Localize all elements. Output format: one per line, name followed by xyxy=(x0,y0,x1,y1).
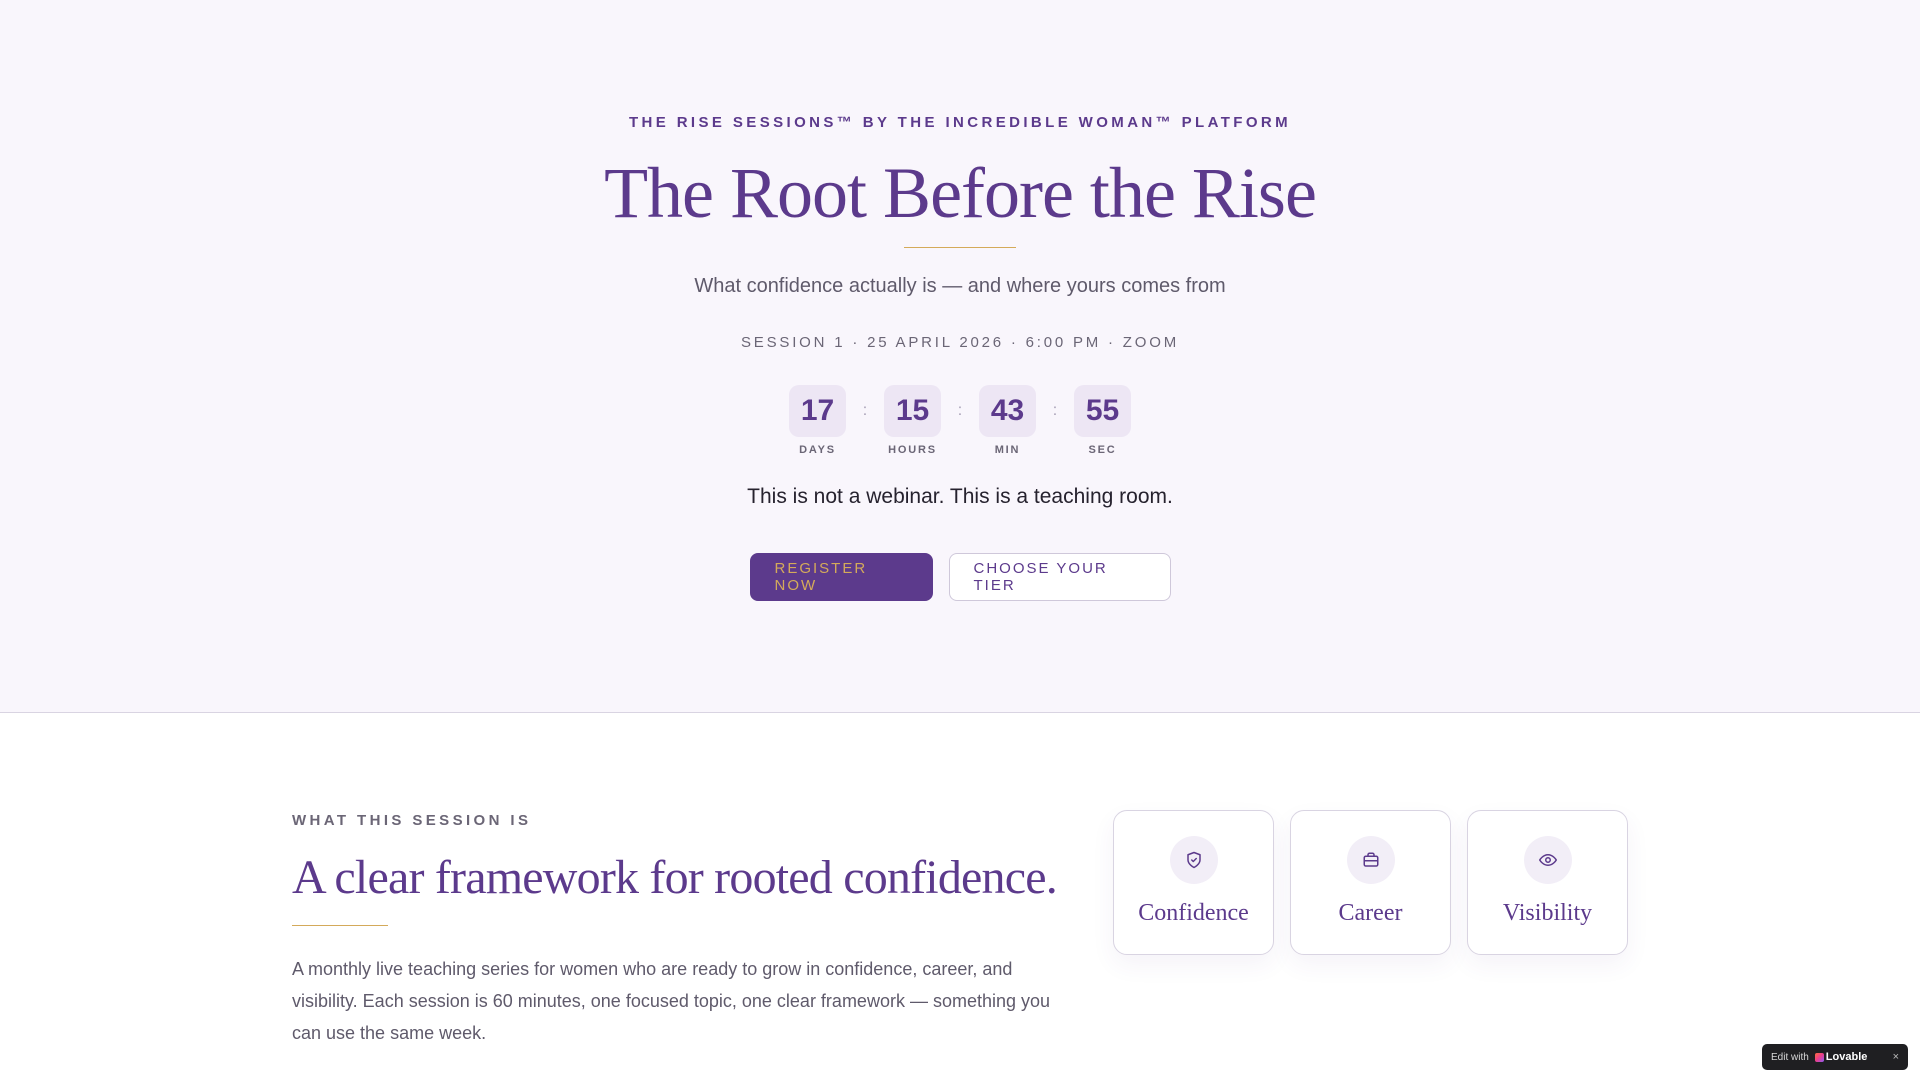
countdown-days-value: 17 xyxy=(789,385,846,437)
countdown-hours: 15 HOURS xyxy=(884,385,941,456)
briefcase-icon xyxy=(1346,836,1395,884)
pillar-label: Confidence xyxy=(1138,900,1249,926)
countdown-separator: : xyxy=(862,402,868,419)
lovable-logo: Lovable xyxy=(1814,1051,1868,1063)
lovable-heart-icon xyxy=(1814,1052,1824,1062)
countdown-minutes-value: 43 xyxy=(979,385,1036,437)
countdown-seconds-value: 55 xyxy=(1074,385,1131,437)
choose-tier-button[interactable]: CHOOSE YOUR TIER xyxy=(948,553,1171,601)
countdown-timer: 17 DAYS : 15 HOURS : 43 MIN : 55 SEC xyxy=(0,385,1920,456)
countdown-seconds-label: SEC xyxy=(1088,444,1117,456)
pillar-label: Career xyxy=(1338,900,1403,926)
pillar-cards: Confidence Career Visibility xyxy=(1113,810,1628,955)
countdown-days: 17 DAYS xyxy=(789,385,846,456)
pillar-card-confidence: Confidence xyxy=(1113,810,1274,955)
page-title: The Root Before the Rise xyxy=(604,153,1317,233)
section-title: A clear framework for rooted confidence. xyxy=(292,851,1058,904)
section-eyebrow: WHAT THIS SESSION IS xyxy=(292,812,532,829)
countdown-hours-label: HOURS xyxy=(888,444,937,456)
edit-with-lovable-badge[interactable]: Edit with Lovable × xyxy=(1762,1044,1908,1070)
pillar-card-career: Career xyxy=(1290,810,1451,955)
hero-eyebrow: THE RISE SESSIONS™ BY THE INCREDIBLE WOM… xyxy=(628,114,1292,131)
title-divider xyxy=(904,247,1016,248)
badge-prefix: Edit with xyxy=(1771,1051,1809,1063)
shield-check-icon xyxy=(1169,836,1218,884)
lovable-brand-text: Lovable xyxy=(1825,1051,1868,1063)
hero-actions: REGISTER NOW CHOOSE YOUR TIER xyxy=(0,553,1920,601)
pillar-card-visibility: Visibility xyxy=(1467,810,1628,955)
countdown-separator: : xyxy=(957,402,963,419)
countdown-minutes-label: MIN xyxy=(994,444,1021,456)
pillar-label: Visibility xyxy=(1502,900,1593,926)
countdown-seconds: 55 SEC xyxy=(1074,385,1131,456)
register-now-button[interactable]: REGISTER NOW xyxy=(749,553,933,601)
countdown-separator: : xyxy=(1052,402,1058,419)
eye-icon xyxy=(1523,836,1572,884)
session-details: SESSION 1 · 25 APRIL 2026 · 6:00 PM · ZO… xyxy=(741,334,1179,351)
section-body: A monthly live teaching series for women… xyxy=(292,959,1051,1043)
hero-subtitle: What confidence actually is — and where … xyxy=(694,275,1226,297)
hero-section: THE RISE SESSIONS™ BY THE INCREDIBLE WOM… xyxy=(0,0,1920,713)
close-icon[interactable]: × xyxy=(1893,1051,1899,1063)
hero-tagline: This is not a webinar. This is a teachin… xyxy=(747,485,1173,508)
countdown-minutes: 43 MIN xyxy=(979,385,1036,456)
countdown-days-label: DAYS xyxy=(799,444,836,456)
section-divider xyxy=(292,925,388,926)
countdown-hours-value: 15 xyxy=(884,385,941,437)
